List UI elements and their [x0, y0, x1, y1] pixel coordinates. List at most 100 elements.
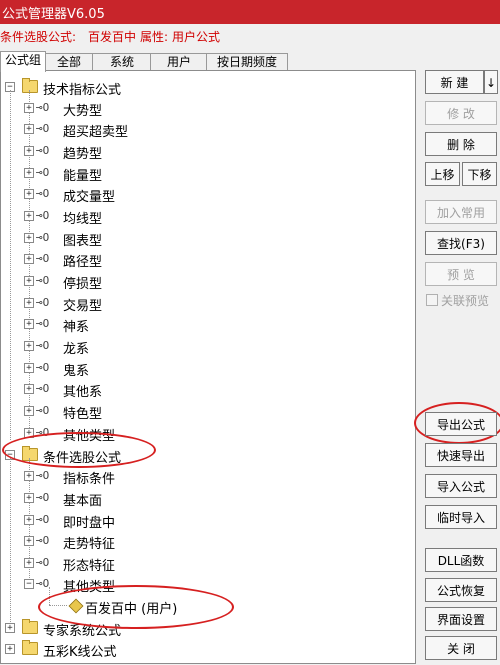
- expand-icon[interactable]: +: [24, 168, 34, 178]
- move-down-button[interactable]: 下移: [462, 162, 497, 186]
- tree-item[interactable]: + ⊸O 其他系: [1, 379, 413, 400]
- tab-user[interactable]: 用户: [150, 53, 208, 71]
- tree-item[interactable]: + ⊸O 即时盘中: [1, 510, 413, 531]
- expand-icon[interactable]: +: [24, 211, 34, 221]
- expand-icon[interactable]: +: [24, 406, 34, 416]
- expand-icon[interactable]: +: [24, 341, 34, 351]
- expand-icon[interactable]: +: [24, 254, 34, 264]
- ui-settings-button[interactable]: 界面设置: [425, 607, 497, 631]
- tree-item-label: 成交量型: [63, 190, 116, 205]
- expand-icon[interactable]: +: [5, 623, 15, 633]
- expand-icon[interactable]: +: [24, 493, 34, 503]
- tab-strip: 公式组 全部 系统 用户 按日期频度: [0, 51, 420, 72]
- tree-item[interactable]: + ⊸O 成交量型: [1, 184, 413, 205]
- tree-item[interactable]: + ⊸O 其他类型: [1, 423, 413, 444]
- close-button[interactable]: 关 闭: [425, 636, 497, 660]
- tree-item[interactable]: + ⊸O 交易型: [1, 293, 413, 314]
- expand-icon[interactable]: +: [24, 515, 34, 525]
- expand-icon[interactable]: +: [24, 428, 34, 438]
- tree-item-label: 形态特征: [63, 559, 116, 574]
- tab-system[interactable]: 系统: [92, 53, 152, 71]
- preview-button[interactable]: 预 览: [425, 262, 497, 286]
- expand-icon[interactable]: +: [24, 146, 34, 156]
- expand-icon[interactable]: +: [24, 233, 34, 243]
- expand-icon[interactable]: +: [5, 644, 15, 654]
- tree-item[interactable]: + ⊸O 图表型: [1, 228, 413, 249]
- tree-item[interactable]: + ⊸O 超买超卖型: [1, 119, 413, 140]
- add-common-button[interactable]: 加入常用: [425, 200, 497, 224]
- tab-all[interactable]: 全部: [44, 53, 94, 71]
- tree-item[interactable]: − ⊸O 其他类型: [1, 574, 413, 595]
- tree-item-label: 鬼系: [63, 364, 90, 379]
- tree-group-condition[interactable]: − 条件选股公式: [1, 445, 413, 466]
- key-icon: ⊸O: [36, 166, 50, 179]
- tree-item[interactable]: + ⊸O 能量型: [1, 163, 413, 184]
- tree-item[interactable]: + ⊸O 大势型: [1, 98, 413, 119]
- expand-icon[interactable]: +: [24, 124, 34, 134]
- key-icon: ⊸O: [36, 187, 50, 200]
- expand-icon[interactable]: +: [24, 384, 34, 394]
- restore-formula-button[interactable]: 公式恢复: [425, 578, 497, 602]
- dll-function-button[interactable]: DLL函数: [425, 548, 497, 572]
- tree-group-label: 专家系统公式: [43, 624, 122, 639]
- tree-leaf-baifabaizhong[interactable]: 百发百中 (用户): [1, 596, 413, 617]
- key-icon: ⊸O: [36, 491, 50, 504]
- tab-formula-group[interactable]: 公式组: [0, 51, 46, 72]
- tree-item-label: 特色型: [63, 407, 103, 422]
- expand-icon[interactable]: +: [24, 298, 34, 308]
- tree-item[interactable]: + ⊸O 均线型: [1, 206, 413, 227]
- formula-tree[interactable]: − 技术指标公式 + ⊸O 大势型 + ⊸O 超买超卖型 + ⊸O 趋势型 + ⊸O 能量型 +…: [0, 70, 416, 664]
- move-up-button[interactable]: 上移: [425, 162, 460, 186]
- tree-item[interactable]: + ⊸O 指标条件: [1, 466, 413, 487]
- link-preview-checkbox[interactable]: [426, 294, 438, 306]
- title-bar: 公式管理器V6.05: [0, 0, 500, 24]
- modify-button[interactable]: 修 改: [425, 101, 497, 125]
- tree-item[interactable]: + ⊸O 特色型: [1, 401, 413, 422]
- tree-item[interactable]: + ⊸O 形态特征: [1, 553, 413, 574]
- key-icon: ⊸O: [36, 339, 50, 352]
- tree-item[interactable]: + ⊸O 走势特征: [1, 531, 413, 552]
- tree-item-label: 即时盘中: [63, 516, 116, 531]
- key-icon: ⊸O: [36, 382, 50, 395]
- tree-item[interactable]: + ⊸O 神系: [1, 314, 413, 335]
- collapse-icon[interactable]: −: [24, 579, 34, 589]
- tree-group-technical[interactable]: − 技术指标公式: [1, 77, 413, 98]
- tree-item[interactable]: + ⊸O 路径型: [1, 249, 413, 270]
- folder-icon: [22, 78, 38, 93]
- tree-item-label: 图表型: [63, 234, 103, 249]
- key-icon: ⊸O: [36, 317, 50, 330]
- key-icon: ⊸O: [36, 577, 50, 590]
- key-icon: ⊸O: [36, 122, 50, 135]
- expand-icon[interactable]: +: [24, 103, 34, 113]
- tree-item[interactable]: + ⊸O 停损型: [1, 271, 413, 292]
- tree-item[interactable]: + ⊸O 龙系: [1, 336, 413, 357]
- delete-button[interactable]: 删 除: [425, 132, 497, 156]
- key-icon: ⊸O: [36, 209, 50, 222]
- expand-icon[interactable]: +: [24, 189, 34, 199]
- tree-group-candle[interactable]: + 五彩K线公式: [1, 639, 413, 660]
- folder-icon: [22, 446, 38, 461]
- temp-import-button[interactable]: 临时导入: [425, 505, 497, 529]
- new-dropdown-button[interactable]: ↓: [484, 70, 498, 94]
- import-formula-button[interactable]: 导入公式: [425, 474, 497, 498]
- key-icon: ⊸O: [36, 252, 50, 265]
- expand-icon[interactable]: +: [24, 276, 34, 286]
- tree-item-label: 趋势型: [63, 147, 103, 162]
- tree-item[interactable]: + ⊸O 鬼系: [1, 358, 413, 379]
- tree-item[interactable]: + ⊸O 基本面: [1, 488, 413, 509]
- tree-item-label: 均线型: [63, 212, 103, 227]
- expand-icon[interactable]: +: [24, 558, 34, 568]
- expand-icon[interactable]: +: [24, 471, 34, 481]
- key-icon: ⊸O: [36, 296, 50, 309]
- export-formula-button[interactable]: 导出公式: [425, 412, 497, 436]
- expand-icon[interactable]: +: [24, 536, 34, 546]
- expand-icon[interactable]: +: [24, 319, 34, 329]
- formula-icon: [68, 598, 84, 614]
- find-button[interactable]: 查找(F3): [425, 231, 497, 255]
- quick-export-button[interactable]: 快速导出: [425, 443, 497, 467]
- tab-date-frequency[interactable]: 按日期频度: [206, 53, 288, 71]
- tree-group-expert[interactable]: + 专家系统公式: [1, 618, 413, 639]
- new-button[interactable]: 新 建: [425, 70, 484, 94]
- tree-item[interactable]: + ⊸O 趋势型: [1, 141, 413, 162]
- expand-icon[interactable]: +: [24, 363, 34, 373]
